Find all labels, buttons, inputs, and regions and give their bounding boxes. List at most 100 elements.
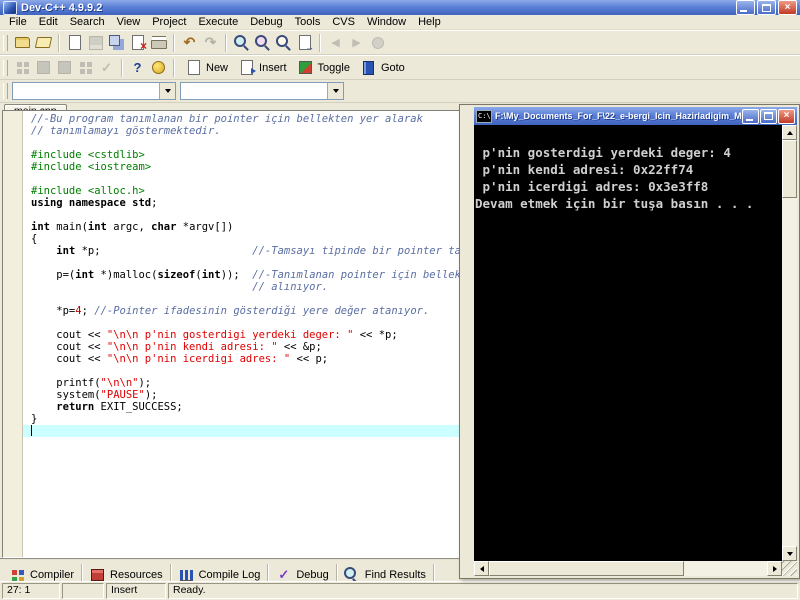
restore-button[interactable] [757, 0, 776, 15]
insert-button[interactable]: Insert [232, 58, 291, 77]
menu-help[interactable]: Help [412, 15, 447, 29]
horizontal-scroll-thumb[interactable] [489, 561, 684, 576]
text-caret [31, 425, 32, 436]
scroll-up-button[interactable] [782, 125, 797, 140]
console-horizontal-scroll-row [474, 561, 797, 576]
forward-icon[interactable] [346, 33, 367, 52]
menu-edit[interactable]: Edit [33, 15, 64, 29]
toolbar-separator [121, 59, 123, 77]
cmd-icon [476, 110, 492, 123]
toolbar-grip[interactable] [3, 83, 8, 99]
console-horizontal-scrollbar[interactable] [474, 561, 782, 576]
member-combo[interactable] [180, 82, 344, 100]
new-unit-icon [183, 58, 204, 77]
status-caret-position: 27: 1 [2, 583, 60, 599]
chevron-down-icon[interactable] [159, 83, 175, 99]
compile-log-label: Compile Log [199, 569, 261, 581]
menu-execute[interactable]: Execute [192, 15, 244, 29]
console-body: p'nin gosterdigi yerdeki deger: 4 p'nin … [474, 125, 797, 561]
console-line: p'nin gosterdigi yerdeki deger: 4 [475, 144, 782, 161]
new-project-icon[interactable] [12, 33, 33, 52]
toggle-bookmark-label: Toggle [318, 62, 350, 74]
toolbar-separator [58, 34, 60, 52]
class-browser-row [0, 80, 800, 103]
title-bar[interactable]: Dev-C++ 4.9.9.2 × [0, 0, 800, 15]
close-button[interactable]: × [778, 0, 797, 15]
window-controls: × [736, 0, 797, 15]
resize-grip[interactable] [782, 561, 797, 576]
console-line: p'nin icerdigi adres: 0x3e3ff8 [475, 178, 782, 195]
class-combo[interactable] [12, 82, 176, 100]
console-title: F:\My_Documents_For_F\22_e-bergi_Icin_Ha… [495, 111, 741, 121]
find-icon[interactable] [231, 33, 252, 52]
find-results-label: Find Results [365, 569, 426, 581]
menu-file[interactable]: File [3, 15, 33, 29]
menu-project[interactable]: Project [146, 15, 192, 29]
minimize-button[interactable] [736, 0, 755, 15]
save-all-icon[interactable] [106, 33, 127, 52]
toggle-bookmark-button[interactable]: Toggle [291, 58, 354, 77]
syntax-check-icon[interactable] [96, 58, 117, 77]
scroll-left-button[interactable] [474, 561, 489, 576]
toolbar-separator [173, 59, 175, 77]
back-icon[interactable] [325, 33, 346, 52]
devcpp-window: Dev-C++ 4.9.9.2 × FileEditSearchViewProj… [0, 0, 800, 118]
menu-cvs[interactable]: CVS [326, 15, 361, 29]
console-maximize-button[interactable] [760, 109, 777, 124]
save-icon[interactable] [85, 33, 106, 52]
run-icon[interactable] [33, 58, 54, 77]
menu-bar: FileEditSearchViewProjectExecuteDebugToo… [0, 15, 800, 30]
console-vertical-scrollbar[interactable] [782, 125, 797, 561]
console-line: p'nin kendi adresi: 0x22ff74 [475, 161, 782, 178]
replace-icon[interactable] [252, 33, 273, 52]
goto-line-icon[interactable] [294, 33, 315, 52]
console-close-button[interactable]: × [778, 109, 795, 124]
menu-search[interactable]: Search [64, 15, 111, 29]
new-file-icon[interactable] [64, 33, 85, 52]
goto-bookmark-button[interactable]: Goto [354, 58, 409, 77]
status-message: Ready. [168, 583, 798, 599]
menu-tools[interactable]: Tools [289, 15, 327, 29]
toolbar-grip[interactable] [3, 35, 8, 51]
toolbar-separator [319, 34, 321, 52]
console-client: F:\My_Documents_For_F\22_e-bergi_Icin_Ha… [474, 105, 799, 578]
redo-icon[interactable] [200, 33, 221, 52]
compile-run-icon[interactable] [54, 58, 75, 77]
new-unit-button[interactable]: New [179, 58, 232, 77]
menu-debug[interactable]: Debug [244, 15, 288, 29]
scroll-right-button[interactable] [767, 561, 782, 576]
debug-label: Debug [296, 569, 328, 581]
debug-help-icon[interactable] [127, 58, 148, 77]
toolbar-grip[interactable] [3, 60, 8, 76]
app-icon [3, 1, 17, 15]
console-window[interactable]: F:\My_Documents_For_F\22_e-bergi_Icin_Ha… [459, 104, 800, 579]
compile-icon[interactable] [12, 58, 33, 77]
rebuild-icon[interactable] [75, 58, 96, 77]
editor-gutter [3, 111, 23, 557]
abort-icon[interactable] [367, 33, 388, 52]
toolbar-separator [225, 34, 227, 52]
insert-label: Insert [259, 62, 287, 74]
profile-icon[interactable] [148, 58, 169, 77]
scroll-down-button[interactable] [782, 546, 797, 561]
print-icon[interactable] [148, 33, 169, 52]
undo-icon[interactable] [179, 33, 200, 52]
console-left-frame [460, 105, 474, 578]
vertical-scroll-thumb[interactable] [782, 140, 797, 198]
class-combo-value [13, 83, 159, 99]
toolbar-separator [173, 34, 175, 52]
chevron-down-icon[interactable] [327, 83, 343, 99]
close-file-icon[interactable] [127, 33, 148, 52]
member-combo-value [181, 83, 327, 99]
menu-window[interactable]: Window [361, 15, 412, 29]
find-in-files-icon[interactable] [273, 33, 294, 52]
new-unit-label: New [206, 62, 228, 74]
console-title-bar[interactable]: F:\My_Documents_For_F\22_e-bergi_Icin_Ha… [474, 107, 797, 125]
open-project-icon[interactable] [33, 33, 54, 52]
insert-icon [236, 58, 257, 77]
goto-bookmark-label: Goto [381, 62, 405, 74]
menu-view[interactable]: View [111, 15, 147, 29]
window-title: Dev-C++ 4.9.9.2 [21, 2, 736, 14]
status-bar: 27: 1InsertReady. [0, 581, 800, 600]
console-minimize-button[interactable] [742, 109, 759, 124]
